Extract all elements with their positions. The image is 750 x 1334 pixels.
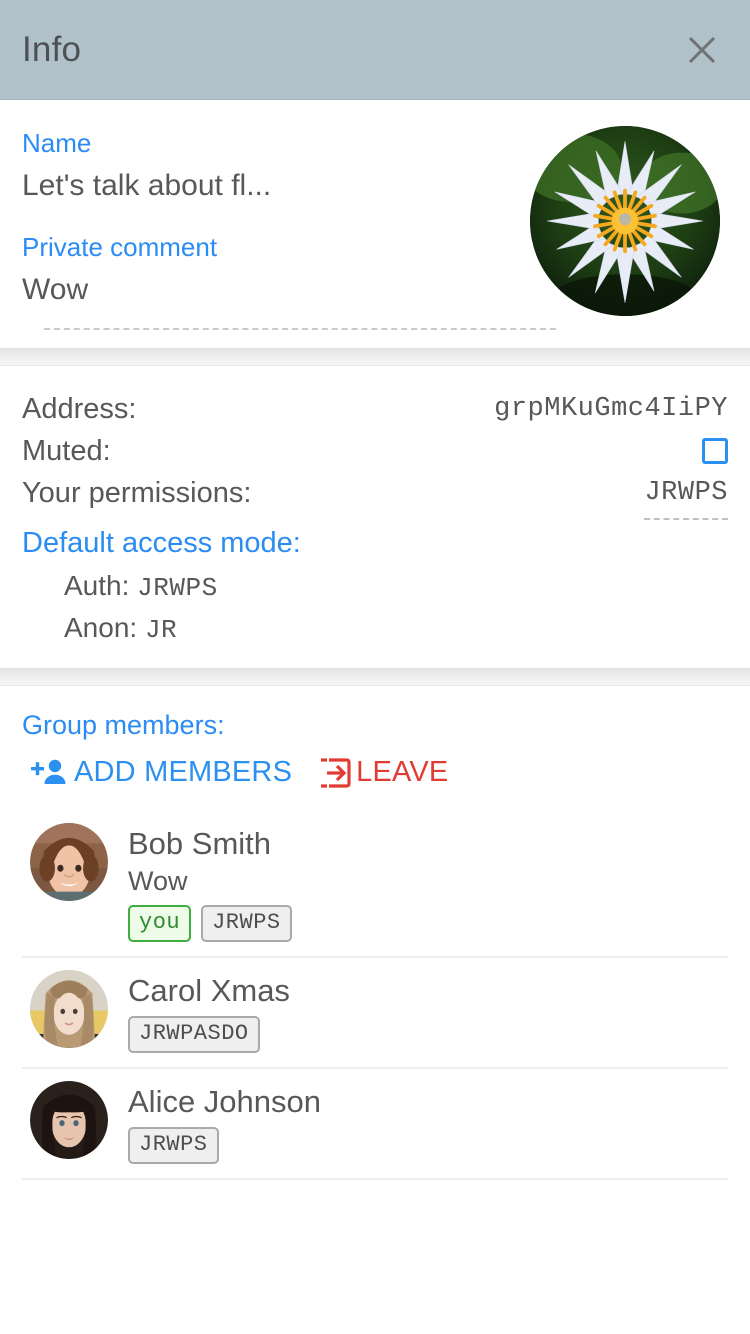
muted-label: Muted:: [22, 435, 111, 467]
permission-badge[interactable]: JRWPS: [201, 905, 292, 942]
members-list: Bob Smith Wow you JRWPS Carol Xmas JRWPA…: [22, 811, 728, 1180]
list-item[interactable]: Alice Johnson JRWPS: [22, 1069, 728, 1180]
avatar[interactable]: [30, 823, 108, 901]
muted-row: Muted:: [22, 430, 728, 472]
page-title: Info: [22, 29, 82, 69]
permissions-row: Your permissions: JRWPS: [22, 472, 728, 520]
section-gap-1: [0, 348, 750, 366]
flower-avatar[interactable]: [530, 126, 720, 316]
muted-checkbox[interactable]: [702, 438, 728, 464]
add-members-label: ADD MEMBERS: [74, 756, 293, 788]
avatar[interactable]: [30, 970, 108, 1048]
member-name: Carol Xmas: [128, 973, 290, 1008]
member-name: Alice Johnson: [128, 1084, 322, 1119]
section-dashed-divider: [44, 328, 556, 330]
private-comment-value[interactable]: Wow: [22, 270, 530, 310]
close-icon[interactable]: [676, 24, 728, 76]
address-label: Address:: [22, 393, 137, 425]
address-row: Address: grpMKuGmc4IiPY: [22, 388, 728, 430]
member-name: Bob Smith: [128, 826, 272, 861]
person-add-icon: [30, 757, 70, 789]
details-section: Address: grpMKuGmc4IiPY Muted: Your perm…: [0, 366, 750, 668]
panel-header: Info: [0, 0, 750, 100]
members-action-row: ADD MEMBERS LEAVE: [22, 756, 728, 789]
permissions-label: Your permissions:: [22, 477, 252, 509]
permission-badge[interactable]: JRWPASDO: [128, 1016, 260, 1053]
exit-icon: [318, 757, 352, 789]
name-value[interactable]: Let's talk about fl...: [22, 166, 530, 206]
info-panel: Info Name Let's talk about fl... Private…: [0, 0, 750, 1334]
add-members-button[interactable]: ADD MEMBERS: [30, 756, 292, 789]
auth-value: JRWPS: [137, 573, 218, 603]
permission-badge[interactable]: JRWPS: [128, 1127, 219, 1164]
group-members-label: Group members:: [22, 710, 225, 740]
member-badges: JRWPASDO: [128, 1016, 728, 1053]
default-access-mode-label[interactable]: Default access mode:: [22, 520, 728, 566]
you-badge: you: [128, 905, 192, 942]
anon-value: JR: [144, 615, 178, 645]
section-gap-2: [0, 668, 750, 686]
anon-label: Anon:: [64, 612, 138, 643]
auth-access-row[interactable]: Auth: JRWPS: [22, 566, 728, 608]
avatar[interactable]: [30, 1081, 108, 1159]
permissions-value[interactable]: JRWPS: [644, 472, 728, 520]
list-item[interactable]: Bob Smith Wow you JRWPS: [22, 811, 728, 958]
leave-label: LEAVE: [356, 756, 449, 788]
anon-access-row[interactable]: Anon: JR: [22, 608, 728, 650]
name-label: Name: [22, 128, 92, 158]
address-value[interactable]: grpMKuGmc4IiPY: [494, 388, 728, 430]
member-badges: you JRWPS: [128, 905, 728, 942]
member-subtitle: Wow: [128, 866, 188, 896]
private-comment-label: Private comment: [22, 232, 218, 262]
members-section: Group members: ADD MEMBERS LEAVE Bob Smi…: [0, 686, 750, 1180]
profile-section: Name Let's talk about fl... Private comm…: [0, 100, 750, 348]
member-badges: JRWPS: [128, 1127, 728, 1164]
list-item[interactable]: Carol Xmas JRWPASDO: [22, 958, 728, 1069]
auth-label: Auth:: [64, 570, 130, 601]
leave-button[interactable]: LEAVE: [318, 756, 448, 789]
